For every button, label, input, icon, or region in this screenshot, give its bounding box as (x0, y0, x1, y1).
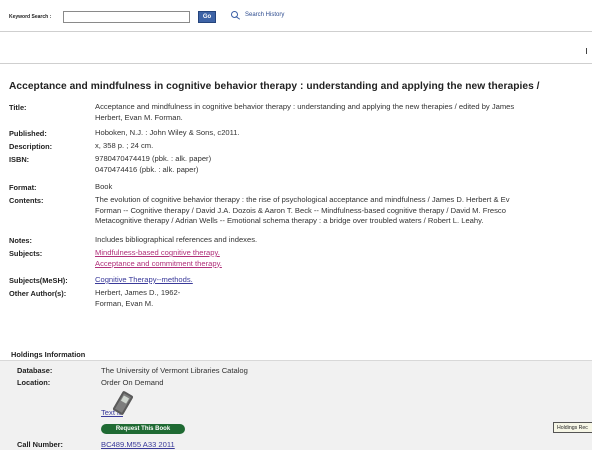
location-value: Order On Demand (101, 378, 164, 387)
field-line: Herbert, James D., 1962- (95, 288, 181, 297)
database-label: Database: (17, 366, 53, 375)
field-line: 9780470474419 (pbk. : alk. paper) (95, 154, 212, 163)
field-label-isbn: ISBN: (9, 155, 30, 164)
magnifier-icon (231, 11, 242, 18)
field-line: Includes bibliographical references and … (95, 235, 258, 244)
field-value-contents: The evolution of cognitive behavior ther… (95, 195, 510, 227)
database-value: The University of Vermont Libraries Cata… (101, 366, 248, 375)
field-line: Metacognitive therapy / Adrian Wells -- … (95, 216, 484, 225)
call-number-label: Call Number: (17, 440, 63, 449)
location-label: Location: (17, 378, 51, 387)
divider (0, 63, 592, 64)
field-label-notes: Notes: (9, 236, 32, 245)
field-line: Forman -- Cognitive therapy / David J.A.… (95, 205, 506, 215)
field-label-subjects-mesh: Subjects(MeSH): (9, 276, 68, 285)
field-line: x, 358 p. ; 24 cm. (95, 141, 154, 150)
holdings-header-label: Holdings Information (11, 350, 86, 359)
field-label-subjects: Subjects: (9, 249, 43, 258)
field-value-other-authors: Herbert, James D., 1962- Forman, Evan M. (95, 288, 180, 309)
field-label-format: Format: (9, 183, 37, 192)
holdings-panel (0, 360, 592, 450)
field-value-subjects-mesh: Cognitive Therapy--methods. (95, 275, 193, 286)
field-line: Acceptance and mindfulness in cognitive … (95, 102, 515, 111)
field-line: 0470474416 (pbk. : alk. paper) (95, 164, 199, 174)
mesh-subject-link[interactable]: Cognitive Therapy--methods. (95, 275, 193, 284)
field-value-published: Hoboken, N.J. : John Wiley & Sons, c2011… (95, 128, 240, 139)
subject-link[interactable]: Mindfulness-based cognitive therapy. (95, 248, 220, 257)
field-label-title: Title: (9, 103, 27, 112)
call-number-link[interactable]: BC489.M55 A33 2011 (101, 440, 175, 449)
keyword-search-input[interactable] (63, 11, 190, 23)
field-label-other-authors: Other Author(s): (9, 289, 67, 298)
field-line: Hoboken, N.J. : John Wiley & Sons, c2011… (95, 128, 240, 137)
field-label-contents: Contents: (9, 196, 44, 205)
field-value-format: Book (95, 182, 112, 193)
field-label-published: Published: (9, 129, 47, 138)
search-bar: Keyword Search : Go Search History (0, 0, 592, 30)
field-value-title: Acceptance and mindfulness in cognitive … (95, 102, 514, 123)
search-history-label: Search History (245, 11, 285, 18)
go-button[interactable]: Go (198, 11, 216, 23)
field-line: The evolution of cognitive behavior ther… (95, 195, 510, 204)
keyword-search-label: Keyword Search : (9, 14, 52, 20)
field-value-subjects: Mindfulness-based cognitive therapy. Acc… (95, 248, 222, 269)
subject-link[interactable]: Acceptance and commitment therapy. (95, 259, 222, 268)
search-history-link[interactable]: Search History (231, 11, 284, 18)
field-value-isbn: 9780470474419 (pbk. : alk. paper) 047047… (95, 154, 211, 175)
scroll-edge-mark (586, 48, 587, 54)
request-this-book-button[interactable]: Request This Book (101, 424, 185, 434)
divider (0, 31, 592, 32)
holdings-tooltip: Holdings Rec (553, 422, 592, 433)
field-value-description: x, 358 p. ; 24 cm. (95, 141, 153, 152)
field-line: Herbert, Evan M. Forman. (95, 112, 183, 122)
field-label-description: Description: (9, 142, 53, 151)
record-title: Acceptance and mindfulness in cognitive … (9, 81, 540, 92)
field-value-notes: Includes bibliographical references and … (95, 235, 257, 246)
field-line: Book (95, 182, 113, 191)
field-line: Forman, Evan M. (95, 298, 154, 308)
holdings-header: Holdings Information (0, 347, 592, 361)
